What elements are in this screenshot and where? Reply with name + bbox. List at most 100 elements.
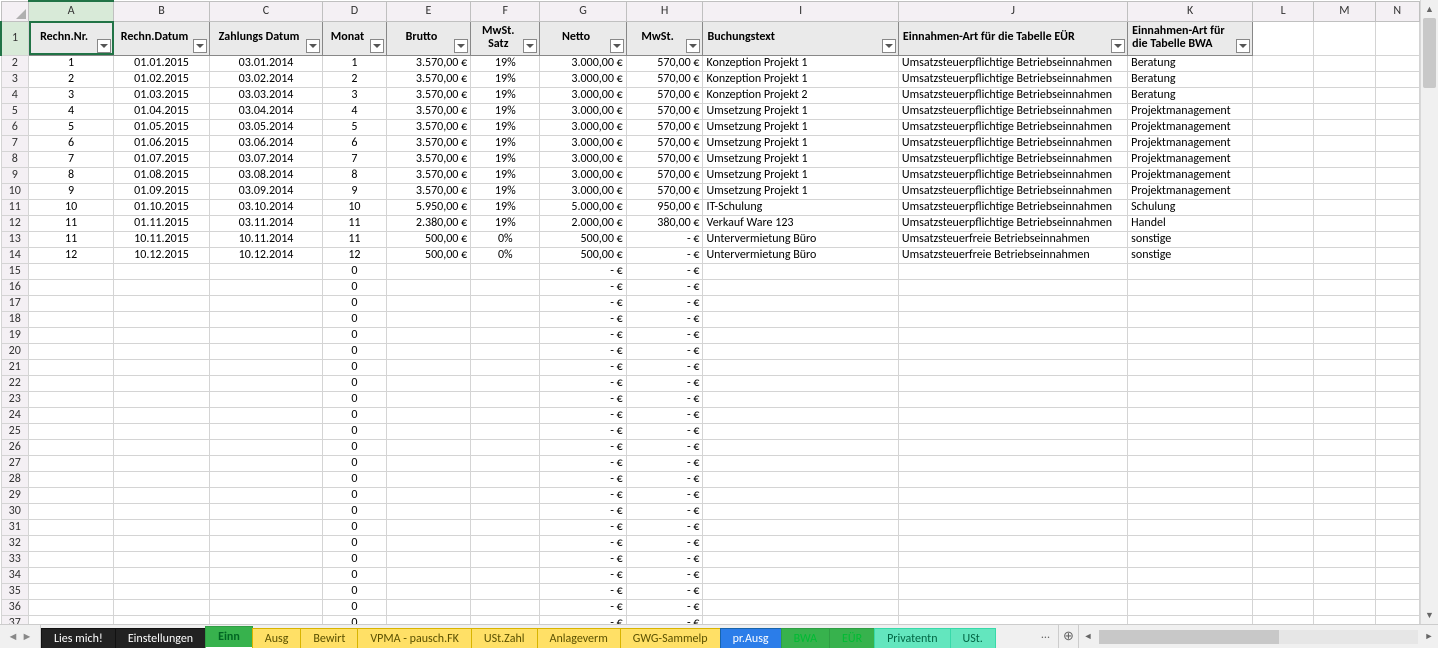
row-header-37[interactable]: 37 — [1, 615, 29, 624]
cell-K7[interactable]: Projektmanagement — [1128, 135, 1253, 151]
cell-H36[interactable]: - € — [626, 599, 703, 615]
sheet-tab-1[interactable]: Einstellungen — [115, 628, 206, 648]
cell-I24[interactable] — [703, 407, 898, 423]
cell-D25[interactable]: 0 — [323, 423, 387, 439]
row-header-11[interactable]: 11 — [1, 199, 29, 215]
filter-dropdown-icon[interactable] — [97, 39, 111, 53]
cell-A31[interactable] — [29, 519, 114, 535]
cell-E21[interactable] — [386, 359, 470, 375]
cell-K14[interactable]: sonstige — [1128, 247, 1253, 263]
cell-K24[interactable] — [1128, 407, 1253, 423]
cell-G13[interactable]: 500,00 € — [540, 231, 626, 247]
cell-A21[interactable] — [29, 359, 114, 375]
cell-I6[interactable]: Umsetzung Projekt 1 — [703, 119, 898, 135]
cell-J24[interactable] — [898, 407, 1127, 423]
cell-M21[interactable] — [1314, 359, 1375, 375]
cell-H35[interactable]: - € — [626, 583, 703, 599]
filter-dropdown-icon[interactable] — [686, 39, 700, 53]
cell-B21[interactable] — [114, 359, 210, 375]
cell-E3[interactable]: 3.570,00 € — [386, 71, 470, 87]
cell-A13[interactable]: 11 — [29, 231, 114, 247]
cell-N35[interactable] — [1375, 583, 1419, 599]
cell-C19[interactable] — [209, 327, 322, 343]
cell-B34[interactable] — [114, 567, 210, 583]
cell-C31[interactable] — [209, 519, 322, 535]
cell-A36[interactable] — [29, 599, 114, 615]
header-H[interactable]: MwSt. — [626, 21, 703, 55]
row-header-5[interactable]: 5 — [1, 103, 29, 119]
cell-E34[interactable] — [386, 567, 470, 583]
column-header-D[interactable]: D — [323, 1, 387, 21]
cell-C28[interactable] — [209, 471, 322, 487]
cell-E8[interactable]: 3.570,00 € — [386, 151, 470, 167]
cell-D7[interactable]: 6 — [323, 135, 387, 151]
cell-G31[interactable]: - € — [540, 519, 626, 535]
cell-E18[interactable] — [386, 311, 470, 327]
cell-E37[interactable] — [386, 615, 470, 624]
header-G[interactable]: Netto — [540, 21, 626, 55]
cell-A7[interactable]: 6 — [29, 135, 114, 151]
cell-A37[interactable] — [29, 615, 114, 624]
cell-F28[interactable] — [471, 471, 540, 487]
cell-L35[interactable] — [1253, 583, 1314, 599]
cell-G27[interactable]: - € — [540, 455, 626, 471]
cell-I17[interactable] — [703, 295, 898, 311]
cell-E15[interactable] — [386, 263, 470, 279]
cell-A10[interactable]: 9 — [29, 183, 114, 199]
cell-F10[interactable]: 19% — [471, 183, 540, 199]
cell-H22[interactable]: - € — [626, 375, 703, 391]
cell-J25[interactable] — [898, 423, 1127, 439]
cell-A19[interactable] — [29, 327, 114, 343]
row-header-30[interactable]: 30 — [1, 503, 29, 519]
sheet-tabs-more[interactable]: ... — [1033, 625, 1058, 648]
row-header-3[interactable]: 3 — [1, 71, 29, 87]
cell-E12[interactable]: 2.380,00 € — [386, 215, 470, 231]
cell-I29[interactable] — [703, 487, 898, 503]
cell-D36[interactable]: 0 — [323, 599, 387, 615]
cell-D27[interactable]: 0 — [323, 455, 387, 471]
cell-M25[interactable] — [1314, 423, 1375, 439]
cell-H12[interactable]: 380,00 € — [626, 215, 703, 231]
cell-D19[interactable]: 0 — [323, 327, 387, 343]
cell-D17[interactable]: 0 — [323, 295, 387, 311]
cell-L37[interactable] — [1253, 615, 1314, 624]
cell-N32[interactable] — [1375, 535, 1419, 551]
cell-A27[interactable] — [29, 455, 114, 471]
cell-M37[interactable] — [1314, 615, 1375, 624]
cell-L8[interactable] — [1253, 151, 1314, 167]
cell-M13[interactable] — [1314, 231, 1375, 247]
cell-N34[interactable] — [1375, 567, 1419, 583]
cell-L24[interactable] — [1253, 407, 1314, 423]
row-header-15[interactable]: 15 — [1, 263, 29, 279]
cell-L2[interactable] — [1253, 55, 1314, 71]
cell-A12[interactable]: 11 — [29, 215, 114, 231]
cell-K34[interactable] — [1128, 567, 1253, 583]
cell-H20[interactable]: - € — [626, 343, 703, 359]
cell-F24[interactable] — [471, 407, 540, 423]
column-header-L[interactable]: L — [1253, 1, 1314, 21]
cell-L17[interactable] — [1253, 295, 1314, 311]
cell-B33[interactable] — [114, 551, 210, 567]
header-C[interactable]: Zahlungs Datum — [209, 21, 322, 55]
cell-H33[interactable]: - € — [626, 551, 703, 567]
cell-F16[interactable] — [471, 279, 540, 295]
cell-N16[interactable] — [1375, 279, 1419, 295]
cell-K30[interactable] — [1128, 503, 1253, 519]
cell-I19[interactable] — [703, 327, 898, 343]
cell-I5[interactable]: Umsetzung Projekt 1 — [703, 103, 898, 119]
cell-M11[interactable] — [1314, 199, 1375, 215]
cell-I35[interactable] — [703, 583, 898, 599]
row-header-29[interactable]: 29 — [1, 487, 29, 503]
cell-C27[interactable] — [209, 455, 322, 471]
row-header-4[interactable]: 4 — [1, 87, 29, 103]
cell-E9[interactable]: 3.570,00 € — [386, 167, 470, 183]
cell-C16[interactable] — [209, 279, 322, 295]
cell-B8[interactable]: 01.07.2015 — [114, 151, 210, 167]
cell-K15[interactable] — [1128, 263, 1253, 279]
cell-K20[interactable] — [1128, 343, 1253, 359]
cell-D32[interactable]: 0 — [323, 535, 387, 551]
cell-M30[interactable] — [1314, 503, 1375, 519]
horizontal-scrollbar[interactable]: ◄ ► — [1078, 625, 1438, 648]
row-header-25[interactable]: 25 — [1, 423, 29, 439]
cell-J27[interactable] — [898, 455, 1127, 471]
